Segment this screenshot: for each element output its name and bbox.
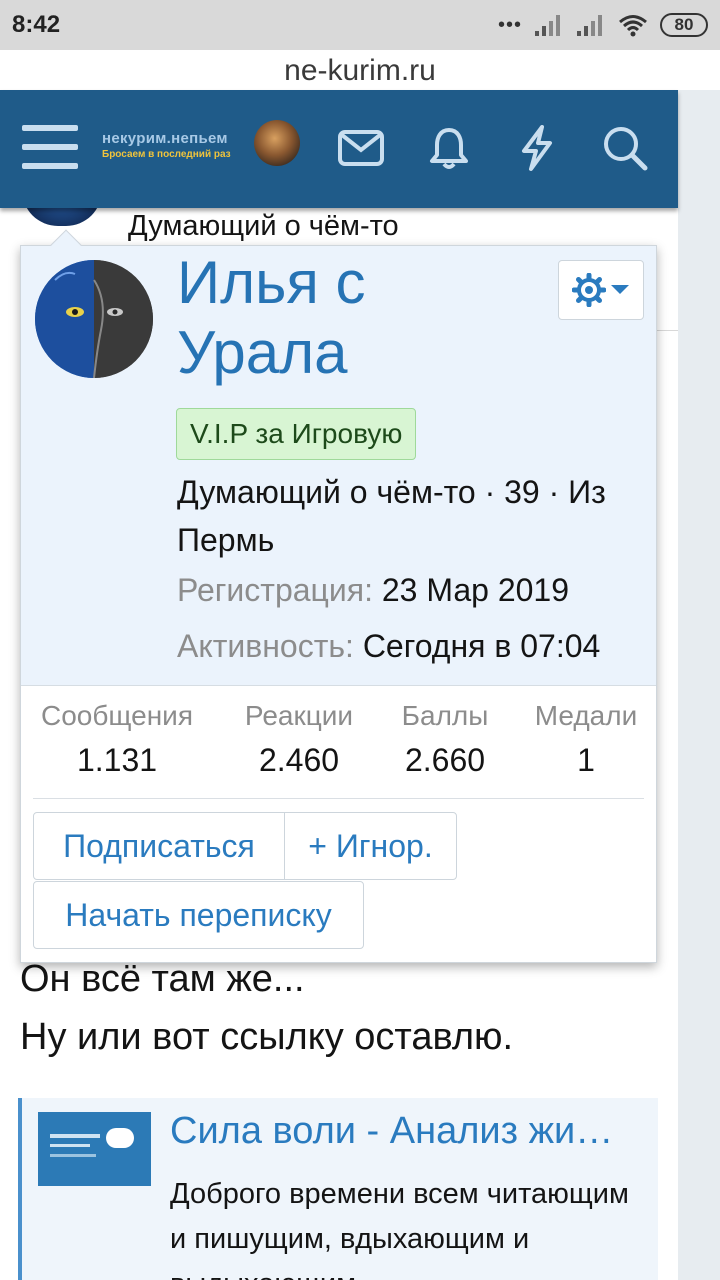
ignore-button[interactable]: + Игнор. (284, 812, 457, 880)
registration-value: 23 Мар 2019 (381, 572, 570, 608)
site-logo[interactable]: некурим.непьем Бросаем в последний раз (102, 130, 242, 160)
url-bar[interactable]: ne-kurim.ru (0, 50, 720, 92)
stat-value: 1.131 (76, 742, 158, 778)
post-line-2: Ну или вот ссылку оставлю. (20, 1016, 514, 1058)
menu-icon[interactable] (22, 123, 80, 171)
registration-row: Регистрация: 23 Мар 2019 (177, 572, 569, 609)
activity-row: Активность: Сегодня в 07:04 (177, 628, 600, 665)
follow-button[interactable]: Подписаться (33, 812, 285, 880)
stat-reactions[interactable]: Реакции 2.460 (229, 700, 369, 779)
stat-messages[interactable]: Сообщения 1.131 (31, 700, 203, 779)
status-bar: 8:42 ••• 80 (0, 0, 720, 50)
link-title[interactable]: Сила воли - Анализ жи… (170, 1110, 650, 1153)
battery-icon: 80 (660, 13, 708, 37)
inbox-icon[interactable] (333, 120, 389, 176)
link-thumbnail (38, 1112, 151, 1186)
member-avatar[interactable] (35, 260, 153, 378)
stat-label: Медали (534, 700, 638, 731)
lightning-icon[interactable] (509, 120, 565, 176)
stat-value: 1 (577, 742, 595, 778)
user-avatar[interactable] (254, 120, 300, 166)
divider (656, 330, 678, 331)
chevron-down-icon (611, 285, 629, 294)
stat-label: Реакции (244, 700, 354, 731)
status-time: 8:42 (12, 11, 61, 38)
activity-value: Сегодня в 07:04 (362, 628, 601, 664)
member-settings-button[interactable] (558, 260, 644, 320)
gear-icon (572, 273, 606, 307)
stat-value: 2.460 (258, 742, 340, 778)
search-icon[interactable] (597, 120, 653, 176)
post-line-1: Он всё там же... (20, 958, 305, 1000)
stat-value: 2.660 (404, 742, 486, 778)
user-banner-badge: V.I.P за Игровую (176, 408, 417, 460)
link-description: Доброго времени всем читающим и пишущим,… (170, 1178, 629, 1280)
signal-icon-2 (577, 15, 602, 36)
background-status-text: Думающий о чём-то (128, 210, 399, 242)
notification-dots-icon: ••• (497, 14, 522, 36)
member-stats: Сообщения 1.131 Реакции 2.460 Баллы 2.66… (21, 700, 656, 790)
member-blurb: Думающий о чём-то · 39 · Из Пермь (177, 474, 606, 558)
signal-icon (535, 15, 560, 36)
activity-label: Активность: (177, 628, 354, 664)
member-tooltip-header: Илья с Урала V.I.P за Игровую Думающий о… (21, 246, 656, 686)
logo-tagline: Бросаем в последний раз (102, 149, 231, 160)
member-name[interactable]: Илья с Урала (177, 248, 537, 388)
stat-label: Сообщения (41, 700, 193, 731)
member-tooltip: Илья с Урала V.I.P за Игровую Думающий о… (20, 229, 657, 963)
stat-points[interactable]: Баллы 2.660 (387, 700, 503, 779)
stat-label: Баллы (401, 700, 489, 731)
link-preview-card[interactable]: Сила воли - Анализ жи… Доброго времени в… (18, 1098, 658, 1280)
page-gutter (678, 90, 720, 1280)
bell-icon[interactable] (421, 120, 477, 176)
start-conversation-button[interactable]: Начать переписку (33, 881, 364, 949)
divider (33, 798, 644, 799)
stat-medals[interactable]: Медали 1 (523, 700, 649, 779)
wifi-icon (619, 15, 647, 37)
logo-text: некурим.непьем (102, 130, 228, 147)
site-header: некурим.непьем Бросаем в последний раз (0, 90, 678, 208)
registration-label: Регистрация: (177, 572, 373, 608)
status-icons: ••• 80 (498, 12, 708, 38)
